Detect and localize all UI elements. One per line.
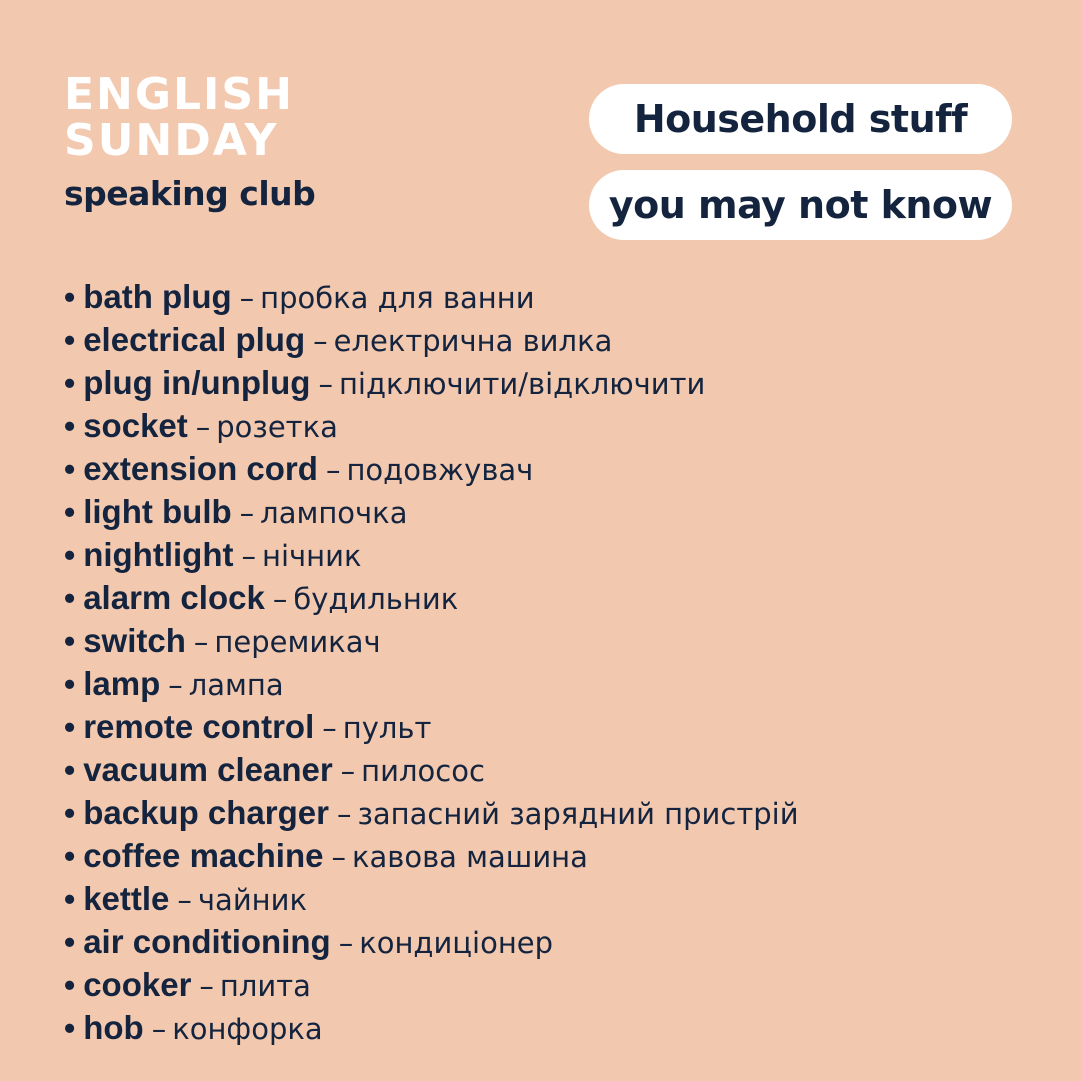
vocab-term: electrical plug [83, 321, 306, 358]
bullet-icon: • [64, 451, 76, 487]
vocab-term: hob [83, 1009, 144, 1046]
topic-line1: Household stuff [633, 97, 968, 141]
vocab-translation: конфорка [172, 1012, 323, 1046]
vocab-translation: електрична вилка [333, 324, 613, 358]
brand-title-line2: SUNDAY [64, 115, 279, 166]
topic-pill-1: Household stuff [589, 84, 1012, 154]
list-item: • cooker – плита [64, 963, 799, 1006]
list-item: • socket – розетка [64, 404, 799, 447]
vocab-translation: перемикач [214, 625, 381, 659]
vocabulary-list: • bath plug – пробка для ванни • electrical … [64, 275, 799, 1049]
list-item: • remote control – пульт [64, 705, 799, 748]
bullet-icon: • [64, 967, 76, 1003]
bullet-icon: • [64, 1010, 76, 1046]
bullet-icon: • [64, 580, 76, 616]
vocab-term: socket [83, 407, 188, 444]
vocab-translation: запасний зарядний пристрій [357, 797, 799, 831]
bullet-icon: • [64, 838, 76, 874]
bullet-icon: • [64, 537, 76, 573]
separator: – [195, 410, 211, 444]
bullet-icon: • [64, 795, 76, 831]
separator: – [318, 367, 333, 401]
list-item: • vacuum cleaner – пилосос [64, 748, 799, 791]
vocab-translation: пилосос [361, 754, 485, 788]
list-item: • lamp – лампа [64, 662, 799, 705]
vocab-term: coffee machine [83, 837, 324, 874]
vocab-translation: кавова машина [351, 840, 588, 874]
list-item: • hob – конфорка [64, 1006, 799, 1049]
vocab-term: plug in/unplug [83, 364, 311, 401]
separator: – [239, 281, 255, 315]
vocab-translation: підключити/відключити [338, 367, 706, 401]
bullet-icon: • [64, 623, 76, 659]
bullet-icon: • [64, 322, 76, 358]
vocab-translation: лампа [188, 668, 284, 702]
vocab-translation: подовжувач [346, 453, 534, 487]
separator: – [199, 969, 214, 1003]
list-item: • electrical plug – електрична вилка [64, 318, 799, 361]
separator: – [322, 711, 337, 745]
vocab-translation: розетка [216, 410, 338, 444]
bullet-icon: • [64, 408, 76, 444]
list-item: • extension cord – подовжувач [64, 447, 799, 490]
separator: – [325, 453, 341, 487]
vocab-translation: пульт [342, 711, 432, 745]
vocab-term: alarm clock [83, 579, 265, 616]
list-item: • light bulb – лампочка [64, 490, 799, 533]
brand-logo: ENGLISH SUNDAY speaking club [64, 69, 316, 214]
vocab-term: extension cord [83, 450, 318, 487]
vocab-term: bath plug [83, 278, 232, 315]
list-item: • switch – перемикач [64, 619, 799, 662]
bullet-icon: • [64, 279, 76, 315]
vocab-term: remote control [83, 708, 315, 745]
list-item: • coffee machine – кавова машина [64, 834, 799, 877]
list-item: • alarm clock – будильник [64, 576, 799, 619]
separator: – [239, 496, 255, 530]
bullet-icon: • [64, 666, 76, 702]
vocab-term: air conditioning [83, 923, 331, 960]
vocab-translation: кондиціонер [359, 926, 554, 960]
bullet-icon: • [64, 881, 76, 917]
list-item: • nightlight – нічник [64, 533, 799, 576]
separator: – [193, 625, 209, 659]
vocab-term: light bulb [83, 493, 232, 530]
topic-pill-2: you may not know [589, 170, 1012, 240]
list-item: • plug in/unplug – підключити/відключити [64, 361, 799, 404]
list-item: • bath plug – пробка для ванни [64, 275, 799, 318]
vocab-translation: чайник [197, 883, 307, 917]
vocab-translation: лампочка [260, 496, 408, 530]
separator: – [168, 668, 183, 702]
bullet-icon: • [64, 494, 76, 530]
separator: – [340, 754, 356, 788]
list-item: • air conditioning – кондиціонер [64, 920, 799, 963]
brand-title-line1: ENGLISH [64, 69, 294, 120]
list-item: • backup charger – запасний зарядний пристр… [64, 791, 799, 834]
vocab-term: backup charger [83, 794, 329, 831]
vocab-translation: пробка для ванни [260, 281, 535, 315]
bullet-icon: • [64, 924, 76, 960]
vocab-translation: плита [219, 969, 311, 1003]
bullet-icon: • [64, 365, 76, 401]
vocab-term: kettle [83, 880, 170, 917]
vocab-translation: будильник [293, 582, 459, 616]
separator: – [177, 883, 192, 917]
list-item: • kettle – чайник [64, 877, 799, 920]
separator: – [241, 539, 256, 573]
separator: – [151, 1012, 167, 1046]
vocab-term: cooker [83, 966, 192, 1003]
bullet-icon: • [64, 709, 76, 745]
separator: – [331, 840, 346, 874]
separator: – [272, 582, 288, 616]
vocab-term: nightlight [83, 536, 234, 573]
vocab-term: lamp [83, 665, 161, 702]
separator: – [338, 926, 354, 960]
topic-line2: you may not know [608, 183, 993, 227]
separator: – [336, 797, 352, 831]
vocab-term: vacuum cleaner [83, 751, 333, 788]
vocab-translation: нічник [261, 539, 362, 573]
brand-subtitle: speaking club [64, 174, 316, 213]
bullet-icon: • [64, 752, 76, 788]
separator: – [313, 324, 328, 358]
vocab-term: switch [83, 622, 186, 659]
